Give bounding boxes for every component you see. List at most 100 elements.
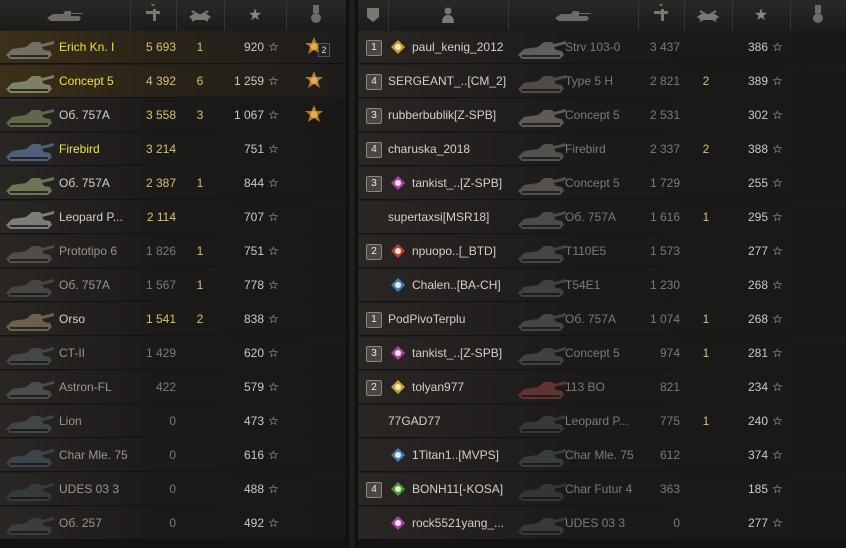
tank-name: Об. 257 (59, 516, 102, 530)
star-icon: ☆ (772, 346, 783, 360)
kills-value: 3 (196, 108, 204, 122)
enemy-row[interactable]: 4 BONH11[-KOSA] Char Futur 4 363 185 ☆ (358, 472, 846, 505)
enemy-row[interactable]: 3 rubberbublik[Z-SPB] Concept 52 531 302 ☆ (358, 98, 846, 131)
damage-value: 1 429 (145, 346, 176, 360)
kills-value (696, 439, 716, 471)
clan-emblem-icon (391, 482, 405, 496)
damage-column-header[interactable]: ⌄ (130, 0, 177, 30)
kills-value (190, 507, 210, 539)
player-name: 1Titan1..[MVPS] (412, 448, 499, 462)
damage-icon (654, 9, 668, 21)
kills-column-header-right[interactable] (684, 0, 733, 30)
allied-row[interactable]: Prototipo 6 1 826 1 751 ☆ (0, 234, 346, 267)
score-column-header-right[interactable]: ★ (732, 0, 791, 30)
kills-value (696, 167, 716, 199)
allied-row[interactable]: Lion 0 473 ☆ (0, 404, 346, 437)
allied-team-panel: ⌄ ★ Erich Kn. I 5 693 1 920 ☆ 2 Concept 5 4 392… (0, 0, 346, 548)
tank-column-header[interactable] (0, 0, 131, 30)
star-icon: ☆ (772, 516, 783, 530)
score-value: 295 (747, 210, 768, 224)
allied-row[interactable]: Firebird 3 214 751 ☆ (0, 132, 346, 165)
clan-emblem-icon (391, 346, 405, 360)
score-value: 844 (243, 176, 264, 190)
enemy-row[interactable]: supertaxsi[MSR18] Об. 757А 1 616 1 295 ☆ (358, 200, 846, 233)
enemy-row[interactable]: 1 PodPivoTerplu Об. 757А 1 074 1 268 ☆ (358, 302, 846, 335)
player-name: charuska_2018 (388, 142, 471, 156)
tank-name: Concept 5 (59, 74, 114, 88)
kills-value (696, 269, 716, 301)
kills-value: 6 (196, 74, 204, 88)
order-medal-icon (305, 71, 323, 88)
allied-row[interactable]: Об. 257 0 492 ☆ (0, 506, 346, 539)
kills-value: 1 (702, 312, 710, 326)
score-value: 751 (243, 142, 264, 156)
player-name: tankist_..[Z-SPB] (412, 346, 503, 360)
player-column-header[interactable] (388, 0, 509, 30)
allied-row[interactable]: Char Mle. 75 0 616 ☆ (0, 438, 346, 471)
enemy-row[interactable]: 1Titan1..[MVPS] Char Mle. 75 612 374 ☆ (358, 438, 846, 471)
score-value: 579 (243, 380, 264, 394)
tank-icon (6, 41, 54, 59)
tank-icon (518, 245, 566, 263)
enemy-row[interactable]: 2 npuopo..[_BTD] T110E5 1 573 277 ☆ (358, 234, 846, 267)
tank-icon (518, 177, 566, 195)
star-icon: ☆ (772, 380, 783, 394)
enemy-row[interactable]: 3 tankist_..[Z-SPB] Concept 5 974 1 281 ☆ (358, 336, 846, 369)
platoon-column-header[interactable] (358, 0, 389, 30)
platoon-badge: 4 (366, 142, 382, 158)
tank-name: Об. 757А (59, 108, 110, 122)
tank-name: Leopard P... (59, 210, 123, 224)
tank-name: Erich Kn. I (59, 40, 115, 54)
tank-icon (6, 245, 54, 263)
medal-column-header[interactable] (286, 0, 346, 30)
enemy-row[interactable]: rock5521yang_... UDES 03 3 0 277 ☆ (358, 506, 846, 539)
player-name: rock5521yang_... (412, 516, 505, 530)
allied-row[interactable]: Concept 5 4 392 6 1 259 ☆ (0, 64, 346, 97)
star-icon: ☆ (772, 482, 783, 496)
damage-value: 1 567 (145, 278, 176, 292)
platoon-shield-icon (367, 8, 379, 22)
allied-row[interactable]: Об. 757А 3 558 3 1 067 ☆ (0, 98, 346, 131)
kills-value (696, 507, 716, 539)
tank-icon (6, 177, 54, 195)
allied-row[interactable]: Leopard P... 2 114 707 ☆ (0, 200, 346, 233)
allied-row[interactable]: Об. 757А 2 387 1 844 ☆ (0, 166, 346, 199)
kills-value (190, 405, 210, 437)
tank-column-header-right[interactable] (508, 0, 639, 30)
enemy-row[interactable]: Chalen..[BA-CH] T54E1 1 230 268 ☆ (358, 268, 846, 301)
allied-row[interactable]: CT-II 1 429 620 ☆ (0, 336, 346, 369)
star-icon: ☆ (772, 244, 783, 258)
tank-icon (518, 75, 566, 93)
damage-value: 1 573 (649, 244, 680, 258)
damage-value: 0 (673, 516, 680, 530)
enemy-row[interactable]: 4 charuska_2018 Firebird 2 337 2 388 ☆ (358, 132, 846, 165)
tank-icon (518, 483, 566, 501)
enemy-row[interactable]: 2 tolyan977 113 BO 821 234 ☆ (358, 370, 846, 403)
score-column-header[interactable]: ★ (224, 0, 287, 30)
enemy-team-panel: ⌄ ★ 1 paul_kenig_2012 Strv 103-0 3 437 386 ☆ 4… (358, 0, 846, 548)
enemy-row[interactable]: 4 SERGEANT_..[CM_2] Type 5 H2 821 2 389 ☆ (358, 64, 846, 97)
team-divider (346, 0, 358, 548)
star-icon: ☆ (268, 210, 279, 224)
kills-value: 1 (196, 40, 204, 54)
tank-icon (518, 313, 566, 331)
allied-row[interactable]: Об. 757А 1 567 1 778 ☆ (0, 268, 346, 301)
enemy-row[interactable]: 77GAD77 Leopard P... 775 1 240 ☆ (358, 404, 846, 437)
enemy-row[interactable]: 3 tankist_..[Z-SPB] Concept 51 729 255 ☆ (358, 166, 846, 199)
medal-column-header-right[interactable] (790, 0, 846, 30)
enemy-row[interactable]: 1 paul_kenig_2012 Strv 103-0 3 437 386 ☆ (358, 30, 846, 63)
kills-value (190, 133, 210, 165)
allied-row[interactable]: Astron-FL 422 579 ☆ (0, 370, 346, 403)
allied-row[interactable]: Erich Kn. I 5 693 1 920 ☆ 2 (0, 30, 346, 63)
star-icon: ☆ (268, 448, 279, 462)
player-name: Chalen..[BA-CH] (412, 278, 501, 292)
allied-row[interactable]: UDES 03 3 0 488 ☆ (0, 472, 346, 505)
allied-row[interactable]: Orso 1 541 2 838 ☆ (0, 302, 346, 335)
clan-emblem-icon (391, 380, 405, 394)
kills-value (190, 473, 210, 505)
tank-name: Об. 757А (59, 176, 110, 190)
damage-column-header-right[interactable]: ⌄ (638, 0, 685, 30)
kills-column-header[interactable] (176, 0, 225, 30)
damage-value: 821 (659, 380, 680, 394)
damage-value: 1 074 (649, 312, 680, 326)
